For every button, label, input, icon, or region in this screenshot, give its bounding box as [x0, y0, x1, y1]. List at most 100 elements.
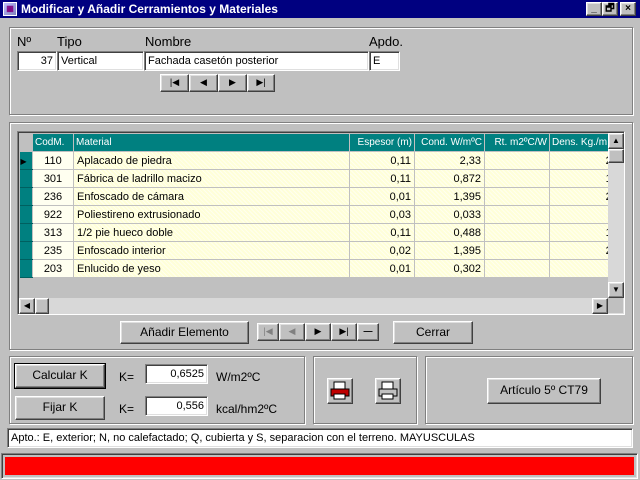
cell-cod[interactable]: 301 [32, 169, 74, 188]
row-selector[interactable] [19, 241, 33, 260]
cell-cond[interactable]: 1,395 [414, 241, 485, 260]
row-indicator[interactable]: ▶ [19, 151, 33, 170]
cell-cond[interactable]: 2,33 [414, 151, 485, 170]
header-panel [9, 27, 633, 115]
cell-cond[interactable]: 0,302 [414, 259, 485, 278]
minimize-button[interactable]: _ [586, 2, 602, 16]
grid-first-button[interactable]: |◀ [257, 323, 279, 341]
cell-cond[interactable]: 0,488 [414, 223, 485, 242]
cell-cod[interactable]: 110 [32, 151, 74, 170]
cell-espesor[interactable]: 0,01 [349, 259, 415, 278]
grid-next-button[interactable]: ▶ [305, 323, 331, 341]
table-row[interactable]: 236 Enfoscado de cámara 0,01 1,395 200 [19, 187, 624, 206]
cell-cond[interactable]: 1,395 [414, 187, 485, 206]
hscroll-thumb[interactable] [35, 298, 49, 314]
col-header-cod[interactable]: CodM. [32, 133, 74, 152]
nombre-field[interactable]: Fachada casetón posterior [144, 51, 369, 71]
scroll-left-icon[interactable]: ◀ [19, 298, 35, 314]
cell-cond[interactable]: 0,033 [414, 205, 485, 224]
tipo-field[interactable]: Vertical [57, 51, 144, 71]
num-field[interactable]: 37 [17, 51, 57, 71]
cell-espesor[interactable]: 0,11 [349, 169, 415, 188]
cell-espesor[interactable]: 0,02 [349, 241, 415, 260]
app-icon: ▦ [3, 2, 17, 16]
cell-espesor[interactable]: 0,11 [349, 151, 415, 170]
grid-delete-button[interactable]: — [357, 323, 379, 341]
cell-cod[interactable]: 236 [32, 187, 74, 206]
cell-material[interactable]: Aplacado de piedra [73, 151, 350, 170]
cell-material[interactable]: Enlucido de yeso [73, 259, 350, 278]
apdo-label: Apdo. [369, 34, 403, 49]
print-preview-icon [330, 381, 350, 400]
materials-table: CodM. Material Espesor (m) Cond. W/mºC R… [19, 133, 624, 278]
col-header-espesor[interactable]: Espesor (m) [349, 133, 415, 152]
maximize-button[interactable]: 🗗 [602, 2, 618, 16]
cell-cod[interactable]: 203 [32, 259, 74, 278]
cell-espesor[interactable]: 0,01 [349, 187, 415, 206]
table-row[interactable]: ▶ 110 Aplacado de piedra 0,11 2,33 200 [19, 151, 624, 170]
close-grid-button[interactable]: Cerrar [393, 321, 473, 344]
nombre-label: Nombre [145, 34, 192, 49]
progress-bar [1, 453, 638, 479]
scroll-down-icon[interactable]: ▼ [608, 282, 624, 298]
cell-material[interactable]: Poliestireno extrusionado [73, 205, 350, 224]
scroll-right-icon[interactable]: ▶ [592, 298, 608, 314]
row-selector[interactable] [19, 169, 33, 188]
cell-rt[interactable] [484, 169, 550, 188]
scroll-up-icon[interactable]: ▲ [608, 133, 624, 149]
k-kcal-field[interactable]: 0,556 [145, 396, 208, 416]
cell-rt[interactable] [484, 187, 550, 206]
article-button[interactable]: Artículo 5º CT79 [487, 378, 601, 404]
table-row[interactable]: 313 1/2 pie hueco doble 0,11 0,488 120 [19, 223, 624, 242]
table-row[interactable]: 301 Fábrica de ladrillo macizo 0,11 0,87… [19, 169, 624, 188]
next-record-button[interactable]: ▶ [218, 74, 247, 92]
grid-prev-button[interactable]: ◀ [279, 323, 305, 341]
cell-cod[interactable]: 313 [32, 223, 74, 242]
cell-cod[interactable]: 922 [32, 205, 74, 224]
cell-espesor[interactable]: 0,03 [349, 205, 415, 224]
cell-cond[interactable]: 0,872 [414, 169, 485, 188]
fix-k-button[interactable]: Fijar K [15, 396, 105, 420]
cell-rt[interactable] [484, 241, 550, 260]
cell-rt[interactable] [484, 205, 550, 224]
k1-label: K= [119, 370, 135, 384]
cell-material[interactable]: Fábrica de ladrillo macizo [73, 169, 350, 188]
calc-k-button[interactable]: Calcular K [14, 363, 106, 389]
vertical-scrollbar[interactable]: ▲ ▼ [608, 133, 624, 298]
col-header-rt[interactable]: Rt. m2ºC/W [484, 133, 550, 152]
col-header-cond[interactable]: Cond. W/mºC [414, 133, 485, 152]
horizontal-scrollbar[interactable]: ◀ ▶ [19, 298, 608, 314]
col-header-material[interactable]: Material [73, 133, 350, 152]
materials-grid[interactable]: CodM. Material Espesor (m) Cond. W/mºC R… [17, 131, 625, 315]
k2-unit: kcal/hm2ºC [216, 402, 278, 416]
cell-espesor[interactable]: 0,11 [349, 223, 415, 242]
row-selector[interactable] [19, 187, 33, 206]
row-selector[interactable] [19, 223, 33, 242]
k-w-field[interactable]: 0,6525 [145, 364, 208, 384]
cell-material[interactable]: Enfoscado interior [73, 241, 350, 260]
table-row[interactable]: 922 Poliestireno extrusionado 0,03 0,033… [19, 205, 624, 224]
scroll-thumb[interactable] [608, 149, 624, 163]
add-element-button[interactable]: Añadir Elemento [120, 321, 249, 344]
row-selector[interactable] [19, 205, 33, 224]
table-row[interactable]: 235 Enfoscado interior 0,02 1,395 200 [19, 241, 624, 260]
close-button[interactable]: × [620, 2, 636, 16]
table-row[interactable]: 203 Enlucido de yeso 0,01 0,302 80 [19, 259, 624, 278]
cell-rt[interactable] [484, 151, 550, 170]
apdo-field[interactable]: E [369, 51, 400, 71]
cell-material[interactable]: 1/2 pie hueco doble [73, 223, 350, 242]
print-preview-button[interactable] [327, 378, 353, 404]
last-record-button[interactable]: ▶| [247, 74, 275, 92]
first-record-button[interactable]: |◀ [160, 74, 189, 92]
status-bar: Apto.: E, exterior; N, no calefactado; Q… [7, 428, 633, 448]
cell-rt[interactable] [484, 259, 550, 278]
grid-last-button[interactable]: ▶| [331, 323, 357, 341]
cell-material[interactable]: Enfoscado de cámara [73, 187, 350, 206]
cell-cod[interactable]: 235 [32, 241, 74, 260]
cell-rt[interactable] [484, 223, 550, 242]
num-label: Nº [17, 34, 32, 49]
print-button[interactable] [375, 378, 401, 404]
prev-record-button[interactable]: ◀ [189, 74, 218, 92]
row-selector[interactable] [19, 259, 33, 278]
k2-label: K= [119, 402, 135, 416]
